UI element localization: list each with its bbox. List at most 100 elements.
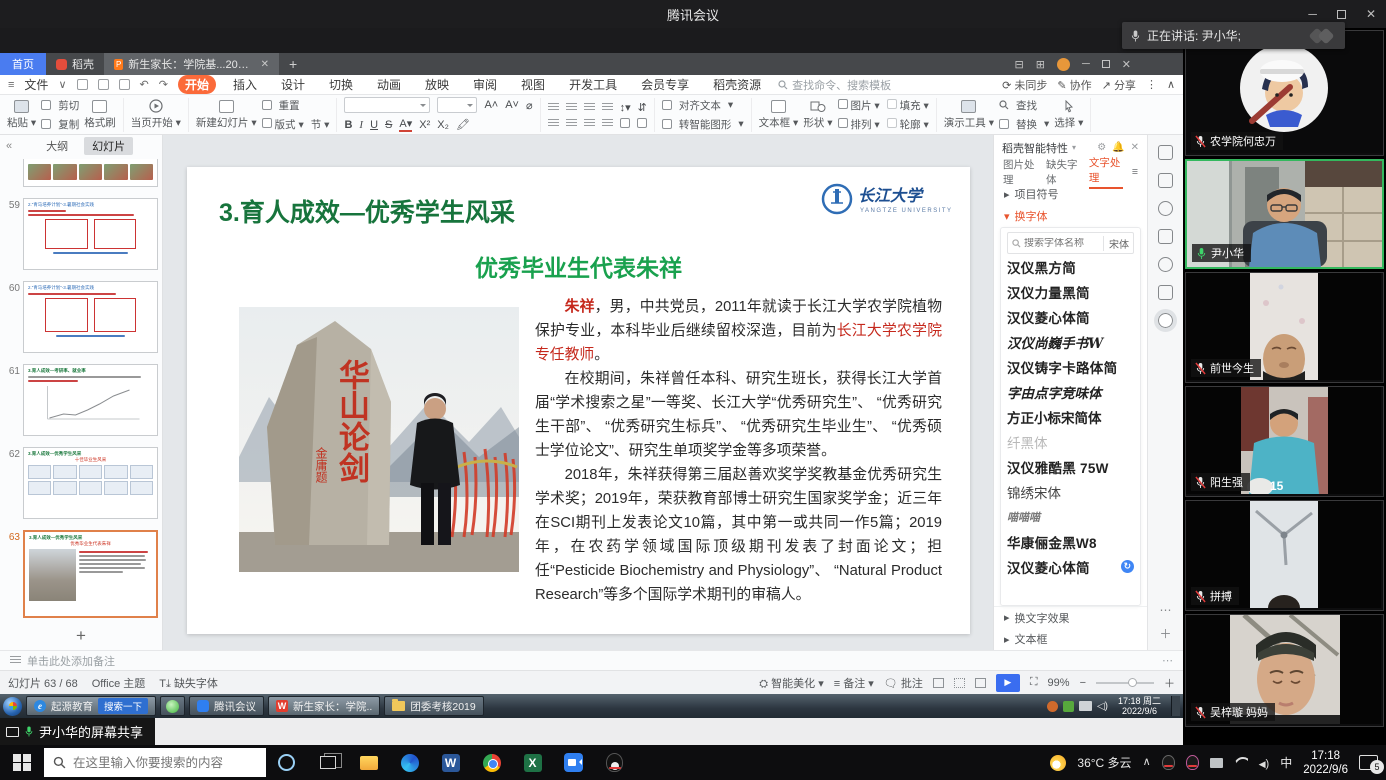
ribbon-tab-design[interactable]: 设计 <box>274 75 312 94</box>
show-desktop-button[interactable] <box>1171 696 1180 716</box>
inspiration-icon[interactable] <box>1158 201 1173 216</box>
redo-icon[interactable]: ↷ <box>159 78 168 91</box>
wps-restore-icon[interactable] <box>1102 60 1110 68</box>
weather-text[interactable]: 36°C 多云 <box>1077 754 1131 771</box>
participant-tile[interactable]: 15 阳生强 <box>1185 386 1384 497</box>
participant-tile[interactable]: 前世今生 <box>1185 272 1384 383</box>
columns-icon[interactable] <box>620 118 630 128</box>
save-icon[interactable] <box>77 79 88 90</box>
font-size-combobox[interactable] <box>437 97 477 113</box>
font-family-combobox[interactable] <box>344 97 430 113</box>
layout-switch-icon[interactable]: ⊟ <box>1015 58 1024 71</box>
docer-tab-image[interactable]: 图片处理 <box>1003 157 1037 187</box>
font-item[interactable]: 汉仪菱心体简↻ <box>1007 554 1134 579</box>
highlight-button[interactable]: 🖍 <box>456 118 470 131</box>
zoom-slider[interactable] <box>1096 682 1154 684</box>
font-search-input[interactable] <box>1024 238 1098 249</box>
wps-docer-tab[interactable]: 稻壳 <box>46 53 104 75</box>
slide-body-text[interactable]: 朱祥，男，中共党员，2011年就读于长江大学农学院植物保护专业，本科毕业后继续留… <box>535 295 942 607</box>
undo-icon[interactable]: ↶ <box>140 78 149 91</box>
ime-indicator[interactable]: 中 <box>1280 754 1292 771</box>
win7-folder-task[interactable]: 团委考核2019 <box>384 696 483 716</box>
font-item[interactable]: 方正小标宋简体 <box>1007 404 1134 429</box>
thumbnail-61[interactable]: 61 3.育人成效—考研率、就业率 <box>2 364 158 436</box>
docer-menu-icon[interactable]: ≡ <box>1132 166 1138 178</box>
thumbnail-63-current[interactable]: 63 3.育人成效—优秀学生风采 优秀毕业生代表朱祥 <box>2 530 158 618</box>
numbered-list-icon[interactable] <box>566 103 577 112</box>
speaking-banner[interactable]: 正在讲话: 尹小华; <box>1122 22 1345 49</box>
excel-button[interactable]: X <box>512 745 553 780</box>
new-slide-button[interactable]: 新建幻灯片 ▾ <box>196 100 257 130</box>
missing-fonts-button[interactable]: T⤓ 缺失字体 <box>159 675 218 691</box>
word-button[interactable]: W <box>430 745 471 780</box>
tab-slides[interactable]: 幻灯片 <box>84 137 133 155</box>
cortana-button[interactable] <box>266 745 307 780</box>
wps-document-tab[interactable]: P 新生家长：学院基...20220905 ✕ <box>104 53 279 75</box>
fit-zoom-icon[interactable]: ⛶ <box>1030 676 1038 689</box>
to-smartart-button[interactable]: 转智能图形 ▾ <box>662 117 744 132</box>
tencent-meeting-button[interactable] <box>553 745 594 780</box>
zoom-in-button[interactable]: ＋ <box>1164 675 1175 691</box>
start-button[interactable] <box>0 745 44 780</box>
bell-icon[interactable]: 🔔 <box>1112 142 1124 153</box>
volume-icon[interactable] <box>1259 756 1270 770</box>
win7-wps-task[interactable]: W 新生家长：学院.. <box>268 696 380 716</box>
command-search[interactable]: 查找命令、搜索模板 <box>778 77 891 93</box>
align-left-icon[interactable] <box>548 119 559 128</box>
font-item[interactable]: 汉仪力量黑简 <box>1007 279 1134 304</box>
align-center-icon[interactable] <box>566 119 577 128</box>
align-right-icon[interactable] <box>584 119 595 128</box>
font-item[interactable]: 纤黑体 <box>1007 429 1134 454</box>
network-icon[interactable] <box>1234 757 1248 768</box>
ribbon-tab-insert[interactable]: 插入 <box>226 75 264 94</box>
comments-button[interactable]: 🗨 批注 <box>884 675 923 691</box>
notes-more-icon[interactable]: ⋯ <box>1162 654 1173 667</box>
file-menu[interactable]: 文件 <box>24 76 48 93</box>
copy-button[interactable]: 复制 <box>41 117 79 132</box>
sync-status-button[interactable]: ⟳ 未同步 <box>1002 77 1047 93</box>
line-spacing-icon[interactable]: ↕▾ <box>620 101 631 114</box>
account-avatar[interactable] <box>1057 58 1070 71</box>
replace-button[interactable]: 替换 ▾ <box>999 117 1049 132</box>
shapes-button[interactable]: 形状 ▾ <box>803 100 832 130</box>
thumbnail-60[interactable]: 60 2.“青马培养计划”-3.暑期社会实践 <box>2 281 158 353</box>
chrome-button[interactable] <box>471 745 512 780</box>
qq-tray-icon[interactable] <box>1162 755 1175 770</box>
add-slide-button[interactable]: + <box>0 622 162 650</box>
tab-close-icon[interactable]: ✕ <box>261 59 269 70</box>
presentation-tools-button[interactable]: 演示工具 ▾ <box>944 100 994 130</box>
font-item[interactable]: 汉仪雅酷黑 75W <box>1007 454 1134 479</box>
font-item[interactable]: 华康俪金黑W8 <box>1007 529 1134 554</box>
tray-shield-icon[interactable] <box>1063 701 1074 712</box>
tab-outline[interactable]: 大纲 <box>38 137 76 155</box>
zoom-out-button[interactable]: − <box>1080 677 1086 689</box>
font-item[interactable]: 汉仪铸字卡路体简 <box>1007 354 1134 379</box>
textbox-button[interactable]: 文本框 ▾ <box>759 100 799 130</box>
decrease-font-icon[interactable]: A˅ <box>505 99 519 111</box>
italic-button[interactable]: I <box>359 119 363 131</box>
file-explorer-button[interactable] <box>348 745 389 780</box>
slide-photo[interactable]: 华山论剑 金庸题 <box>239 307 519 572</box>
thumbnail-list[interactable]: 59 2.“青马培养计划”-3.暑期社会实践 60 2.“青马培 <box>0 157 162 622</box>
docer-tab-missing-fonts[interactable]: 缺失字体 <box>1046 157 1080 187</box>
more-menu-icon[interactable]: ⋮ <box>1146 78 1157 91</box>
win7-clock[interactable]: 17:18 周二 2022/9/6 <box>1113 696 1166 716</box>
contact-card-icon[interactable] <box>1158 285 1173 300</box>
tray-expand-icon[interactable]: ∧ <box>1143 755 1151 768</box>
close-icon[interactable]: ✕ <box>1366 7 1376 21</box>
adjust-sliders-icon[interactable] <box>1158 173 1173 188</box>
tray-app-icon[interactable] <box>1047 701 1058 712</box>
wps-close-icon[interactable]: ✕ <box>1122 58 1131 71</box>
new-tab-button[interactable]: + <box>279 56 307 72</box>
clear-format-icon[interactable]: ⌀ <box>526 99 533 112</box>
taskbar-clock[interactable]: 17:18 2022/9/6 <box>1303 749 1348 777</box>
minimize-icon[interactable]: ─ <box>1308 7 1317 21</box>
participant-tile-active-speaker[interactable]: 尹小华 <box>1185 159 1384 269</box>
ribbon-tab-devtools[interactable]: 开发工具 <box>562 75 624 94</box>
thumbnail-59[interactable]: 59 2.“青马培养计划”-3.暑期社会实践 <box>2 198 158 270</box>
normal-view-icon[interactable] <box>933 678 944 688</box>
ribbon-tab-review[interactable]: 审阅 <box>466 75 504 94</box>
panel-close-icon[interactable]: ✕ <box>1131 142 1139 153</box>
find-button[interactable]: 查找 <box>999 98 1049 113</box>
underline-button[interactable]: U <box>370 119 378 131</box>
